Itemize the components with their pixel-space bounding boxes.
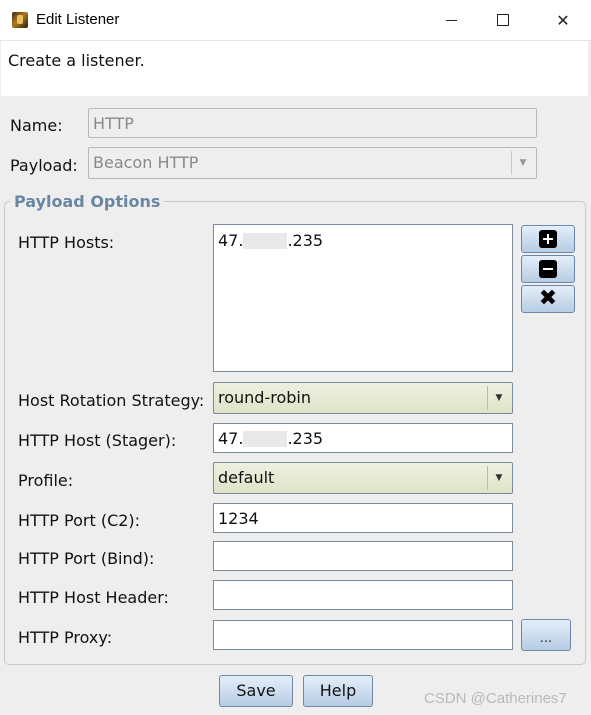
host-stager-value: 47. .235 [218,424,324,452]
payload-label: Payload: [10,156,78,175]
clear-hosts-button[interactable]: ✖ [521,285,575,313]
host-header-label: HTTP Host Header: [18,588,169,607]
window-title: Edit Listener [36,11,120,28]
http-hosts-list[interactable]: 47. .235 [213,224,513,372]
payload-value: Beacon HTTP [93,153,199,172]
maximize-button[interactable] [480,4,526,36]
payload-options-title: Payload Options [10,192,165,211]
minimize-icon [445,19,457,21]
minus-square-icon [539,260,557,278]
title-bar: Edit Listener ✕ [0,0,591,41]
minimize-button[interactable] [428,4,474,36]
stager-suffix: .235 [287,429,324,448]
host-rotation-label: Host Rotation Strategy: [18,391,205,410]
port-bind-label: HTTP Port (Bind): [18,549,155,568]
http-hosts-label: HTTP Hosts: [18,233,115,252]
save-button[interactable]: Save [219,675,293,707]
host-rotation-select[interactable]: round-robin ▼ [213,382,513,414]
proxy-settings-button[interactable]: ... [521,619,571,651]
port-c2-label: HTTP Port (C2): [18,511,141,530]
redacted-mask [243,431,288,447]
chevron-down-icon: ▼ [487,386,510,410]
close-button[interactable]: ✕ [540,4,586,36]
add-host-button[interactable] [521,225,575,253]
port-c2-field[interactable]: 1234 [213,503,513,533]
help-button[interactable]: Help [303,675,373,707]
description-text: Create a listener. [8,51,145,70]
host-rotation-value: round-robin [218,388,311,407]
app-icon [12,12,28,28]
list-item[interactable]: 47. .235 [218,231,323,250]
payload-select[interactable]: Beacon HTTP ▼ [88,147,537,179]
profile-select[interactable]: default ▼ [213,462,513,494]
profile-label: Profile: [18,471,74,490]
host-prefix: 47. [218,231,244,250]
plus-square-icon [539,230,557,248]
maximize-icon [497,14,509,26]
stager-prefix: 47. [218,429,244,448]
host-suffix: .235 [287,231,324,250]
host-header-field[interactable] [213,580,513,610]
name-label: Name: [10,116,63,135]
close-icon: ✕ [556,10,570,30]
proxy-label: HTTP Proxy: [18,628,113,647]
profile-value: default [218,468,275,487]
host-stager-field[interactable]: 47. .235 [213,423,513,453]
x-icon: ✖ [538,286,558,311]
chevron-down-icon: ▼ [487,466,510,490]
description-panel: Create a listener. [1,41,588,96]
redacted-mask [243,232,288,249]
host-stager-label: HTTP Host (Stager): [18,431,177,450]
name-field[interactable]: HTTP [88,108,537,138]
port-bind-field[interactable] [213,541,513,571]
proxy-field[interactable] [213,620,513,650]
chevron-down-icon: ▼ [511,151,534,175]
remove-host-button[interactable] [521,255,575,283]
watermark: CSDN @Catherines7 [424,690,567,707]
